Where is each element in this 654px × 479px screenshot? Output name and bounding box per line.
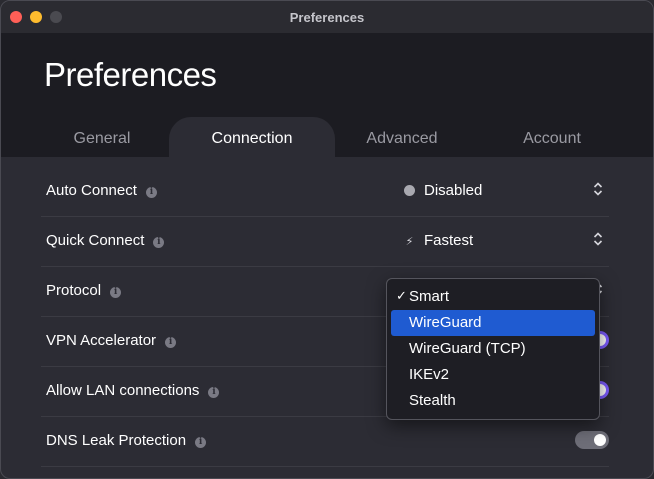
quick-connect-select[interactable]: ⚡ Fastest xyxy=(404,232,474,249)
preferences-header: Preferences General Connection Advanced … xyxy=(1,34,653,157)
title-bar: Preferences xyxy=(1,1,653,34)
protocol-option-wireguard[interactable]: WireGuard xyxy=(391,310,595,336)
protocol-option-ikev2[interactable]: IKEv2 xyxy=(391,362,595,388)
setting-row-quick-connect: Quick Connect i ⚡ Fastest xyxy=(41,216,609,267)
auto-connect-select[interactable]: Disabled xyxy=(404,182,482,199)
auto-connect-label: Auto Connect xyxy=(46,182,137,199)
lightning-bolt-icon: ⚡ xyxy=(405,235,414,248)
info-icon[interactable]: i xyxy=(110,287,122,298)
updown-chevron-icon[interactable] xyxy=(591,229,605,249)
protocol-label: Protocol xyxy=(46,282,102,299)
setting-row-dns-leak-protection: DNS Leak Protection i xyxy=(41,416,609,467)
preferences-window: Preferences Preferences General Connecti… xyxy=(0,0,654,479)
updown-chevron-icon[interactable] xyxy=(591,179,605,199)
tab-connection[interactable]: Connection xyxy=(177,130,327,148)
protocol-option-stealth[interactable]: Stealth xyxy=(391,388,595,414)
quick-connect-value: Fastest xyxy=(424,232,474,249)
info-icon[interactable]: i xyxy=(145,187,157,198)
window-title: Preferences xyxy=(289,10,365,25)
tab-account[interactable]: Account xyxy=(477,130,627,148)
dns-leak-protection-label: DNS Leak Protection xyxy=(46,432,187,449)
tab-advanced[interactable]: Advanced xyxy=(327,130,477,148)
info-icon[interactable]: i xyxy=(153,237,165,248)
quick-connect-label: Quick Connect xyxy=(46,232,145,249)
checkmark-icon: ✓ xyxy=(396,289,407,304)
allow-lan-label: Allow LAN connections xyxy=(46,382,200,399)
info-icon[interactable]: i xyxy=(165,337,177,348)
vpn-accelerator-label: VPN Accelerator xyxy=(46,332,157,349)
auto-connect-value: Disabled xyxy=(424,182,483,199)
status-dot-icon xyxy=(404,185,415,196)
protocol-option-smart[interactable]: ✓ Smart xyxy=(391,284,595,310)
info-icon[interactable]: i xyxy=(195,437,207,448)
dns-leak-protection-toggle[interactable] xyxy=(575,431,609,449)
protocol-option-wireguard-tcp[interactable]: WireGuard (TCP) xyxy=(391,336,595,362)
setting-row-auto-connect: Auto Connect i Disabled xyxy=(41,166,609,217)
info-icon[interactable]: i xyxy=(208,387,220,398)
protocol-dropdown-menu: ✓ Smart WireGuard WireGuard (TCP) IKEv2 S… xyxy=(386,278,600,420)
tab-general[interactable]: General xyxy=(27,130,177,148)
toggle-knob xyxy=(594,434,606,446)
page-title: Preferences xyxy=(44,56,217,93)
